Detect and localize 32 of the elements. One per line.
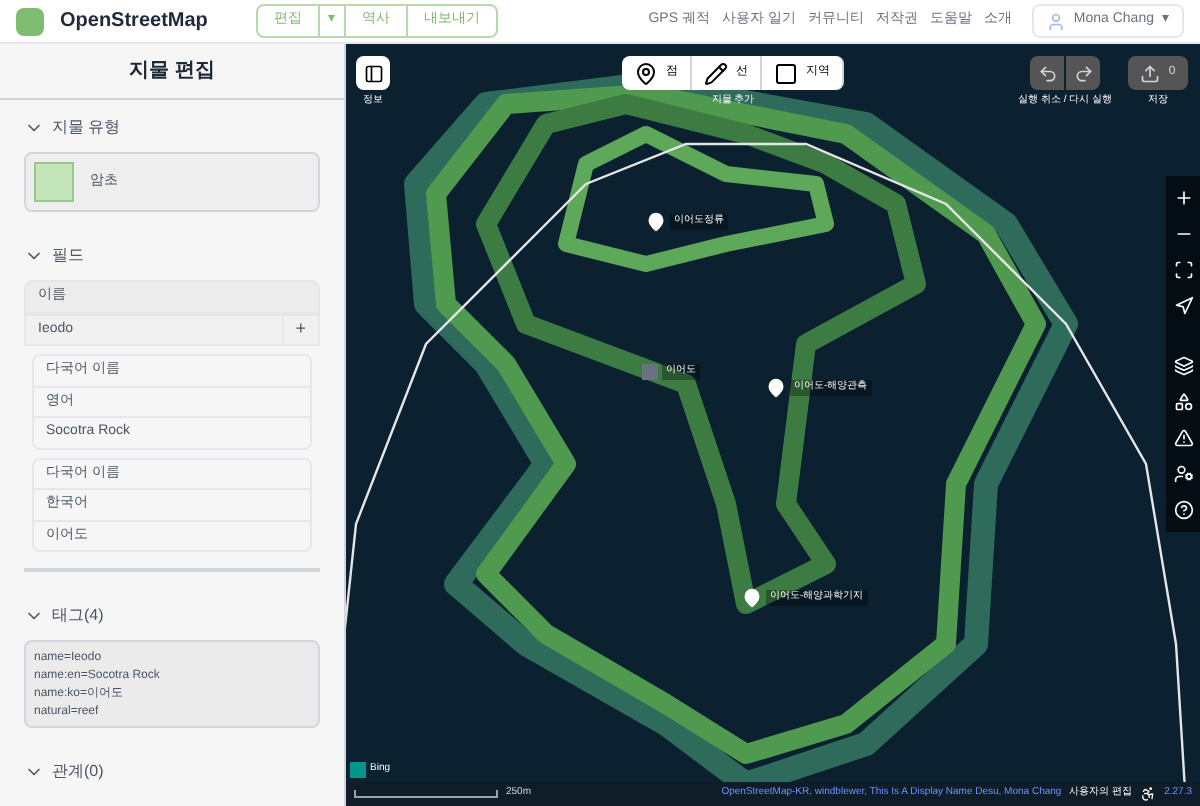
redo-button[interactable] xyxy=(1066,56,1101,90)
preferences-icon[interactable] xyxy=(1173,464,1193,484)
sidebar-title: 지물 편집 xyxy=(129,58,215,86)
map-pin-icon[interactable] xyxy=(766,378,786,398)
location-arrow-icon[interactable] xyxy=(1173,296,1193,316)
help-icon[interactable] xyxy=(1173,500,1193,520)
upload-icon xyxy=(1140,63,1161,83)
section-toggle[interactable]: 관계(0) xyxy=(24,760,104,784)
zoom-to-selection-icon[interactable] xyxy=(1173,260,1193,280)
section-toggle[interactable]: 필드 xyxy=(24,244,84,268)
pencil-icon xyxy=(704,61,728,85)
user-icon xyxy=(1045,11,1066,31)
accessibility-icon[interactable] xyxy=(1140,786,1157,802)
bing-logo-icon xyxy=(350,762,366,778)
section-toggle[interactable]: 태그(4) xyxy=(24,604,104,628)
logo-icon xyxy=(16,7,44,35)
undo-button[interactable] xyxy=(1030,56,1065,90)
info-panel-button[interactable] xyxy=(356,56,390,90)
map-data-icon[interactable] xyxy=(1173,392,1193,412)
map-marker-icon[interactable] xyxy=(642,364,658,380)
layers-icon[interactable] xyxy=(1173,356,1193,376)
site-title[interactable]: OpenStreetMap xyxy=(60,6,208,36)
zoom-in-icon[interactable] xyxy=(1173,188,1193,208)
square-icon xyxy=(774,61,798,85)
panel-icon xyxy=(363,63,383,83)
pin-icon xyxy=(634,61,658,85)
scale-bar-icon xyxy=(354,790,498,798)
redo-icon xyxy=(1073,63,1094,83)
warning-icon[interactable] xyxy=(1173,428,1193,448)
undo-icon xyxy=(1037,63,1058,83)
section-toggle[interactable]: 지물 유형 xyxy=(24,116,121,140)
map-pin-icon[interactable] xyxy=(646,212,666,232)
